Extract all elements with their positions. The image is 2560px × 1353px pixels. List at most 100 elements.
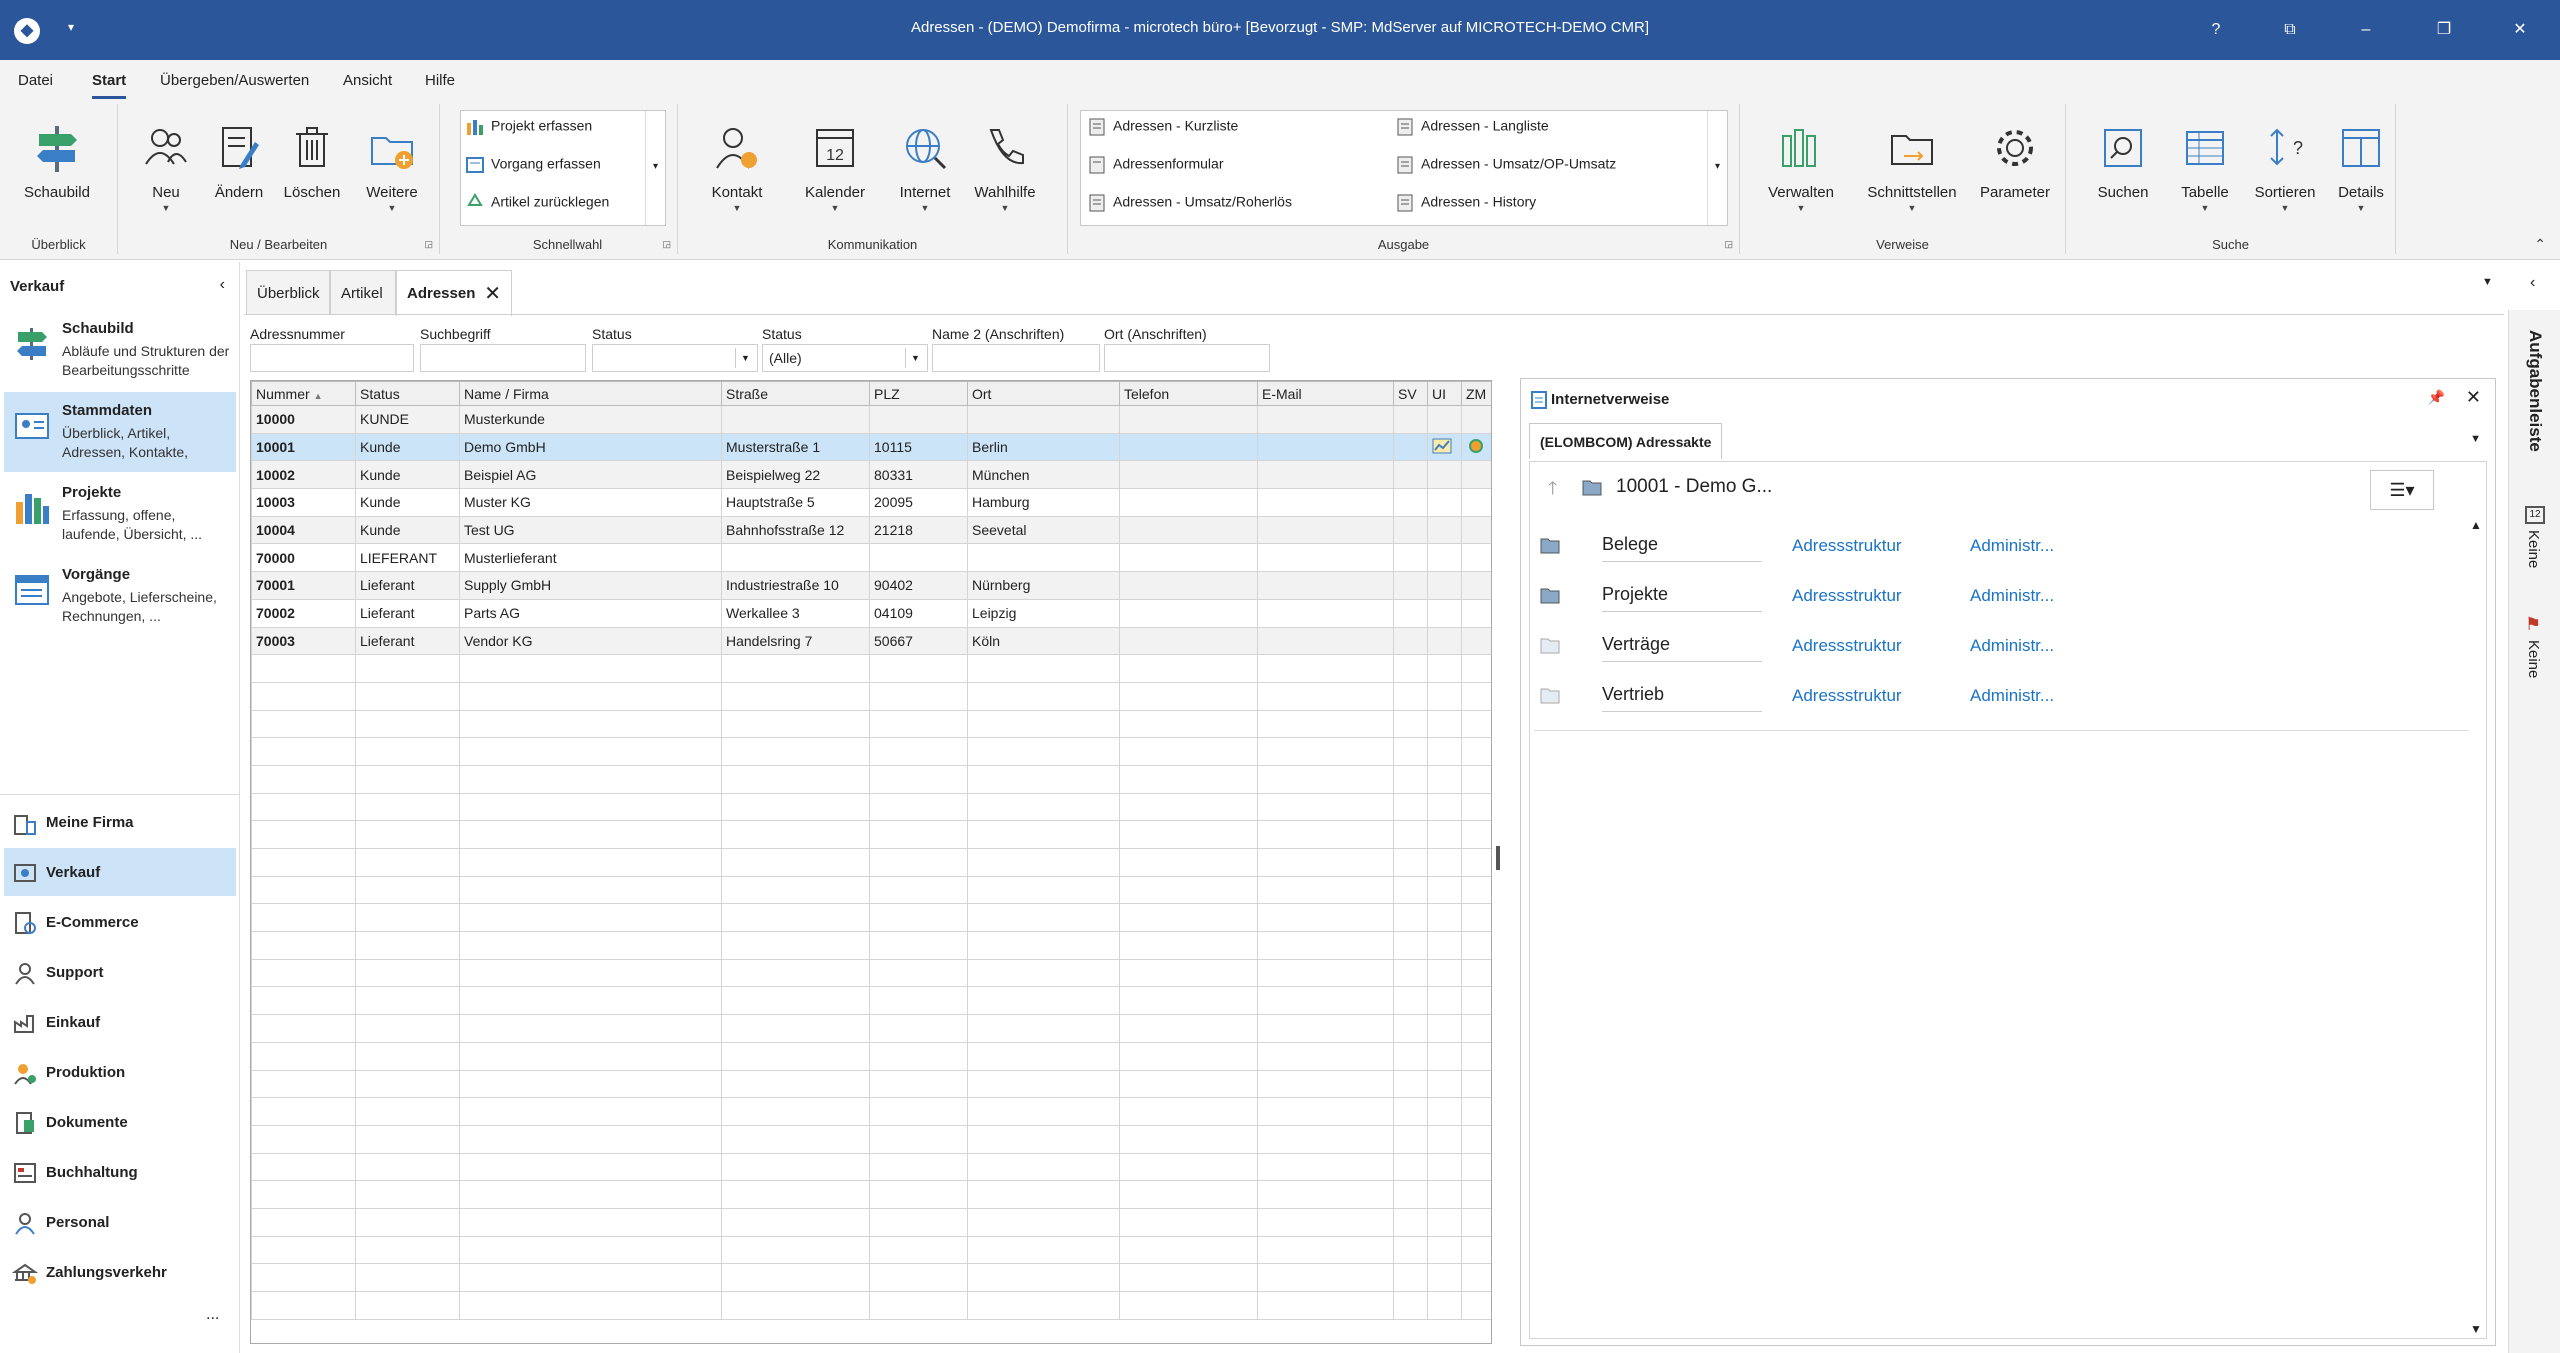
nav-item-stammdaten[interactable]: Stammdaten Überblick, Artikel, Adressen,… [4, 392, 236, 472]
schaubild-button[interactable]: Schaubild [12, 120, 102, 230]
nav-item-vorgaenge[interactable]: Vorgänge Angebote, Lieferscheine, Rechnu… [4, 556, 236, 636]
table-row[interactable]: 70001 Lieferant Supply GmbH Industriestraße… [251, 571, 1491, 600]
ausgabe-more-icon[interactable]: ▾ [1707, 111, 1727, 225]
name2-input[interactable] [932, 344, 1100, 372]
module-personal[interactable]: Personal [4, 1198, 236, 1246]
kalender-button[interactable]: 12 Kalender ▼ [790, 120, 880, 230]
table-row[interactable]: 10000 KUNDE Musterkunde [251, 405, 1491, 434]
calendar-icon[interactable]: 12 [2525, 506, 2545, 524]
wahlhilfe-button[interactable]: Wahlhilfe ▼ [960, 120, 1050, 230]
kontakt-button[interactable]: Kontakt ▼ [692, 120, 782, 230]
tabelle-button[interactable]: Tabelle ▼ [2160, 120, 2250, 230]
tab-adressakte[interactable]: (ELOMBCOM) Adressakte [1529, 423, 1723, 459]
table-row[interactable]: 10004 Kunde Test UG Bahnhofsstraße 12 21218 S… [251, 515, 1491, 545]
menu-ansicht[interactable]: Ansicht [343, 72, 392, 89]
module-produktion[interactable]: Produktion [4, 1048, 236, 1096]
link-adressstruktur[interactable]: Adressstruktur [1792, 636, 1902, 656]
taskbar-title[interactable]: Aufgabenleiste [2525, 330, 2545, 452]
column-header-telefon[interactable]: Telefon [1119, 381, 1258, 406]
module-ecommerce[interactable]: E-Commerce [4, 898, 236, 946]
column-header-nummer[interactable]: Nummer ▲ [251, 381, 356, 406]
taskbar-item-flag[interactable]: Keine [2525, 640, 2542, 678]
weitere-button[interactable]: Weitere ▼ [350, 120, 434, 230]
history-item[interactable]: Adressen - History [1395, 193, 1536, 213]
nav-item-schaubild[interactable]: Schaubild Abläufe und Strukturen der Bea… [4, 310, 236, 390]
menu-datei[interactable]: Datei [18, 72, 53, 89]
link-administration[interactable]: Administr... [1970, 586, 2054, 606]
column-header-email[interactable]: E-Mail [1257, 381, 1394, 406]
tab-list-dropdown-icon[interactable]: ▼ [2482, 276, 2493, 288]
column-header-name[interactable]: Name / Firma [459, 381, 722, 406]
pin-icon[interactable]: 📌 [2428, 389, 2445, 406]
module-verkauf[interactable]: Verkauf [4, 848, 236, 896]
column-header-strasse[interactable]: Straße [721, 381, 870, 406]
panel-menu-button[interactable]: ☰▾ [2370, 470, 2434, 510]
umsatz-op-item[interactable]: Adressen - Umsatz/OP-Umsatz [1395, 155, 1616, 175]
link-administration[interactable]: Administr... [1970, 636, 2054, 656]
nav-item-projekte[interactable]: Projekte Erfassung, offene, laufende, Üb… [4, 474, 236, 554]
folder-row-belege[interactable]: Belege Adressstruktur Administr... [1530, 522, 2475, 572]
internet-button[interactable]: Internet ▼ [880, 120, 970, 230]
table-row[interactable]: 70000 LIEFERANT Musterlieferant [251, 543, 1491, 573]
artikel-zuruecklegen-item[interactable]: Artikel zurücklegen [465, 193, 609, 213]
table-row[interactable]: 70003 Lieferant Vendor KG Handelsring 7 5066… [251, 626, 1491, 656]
minimize-button[interactable]: – [2346, 14, 2386, 46]
details-button[interactable]: Details ▼ [2316, 120, 2406, 230]
table-row[interactable]: 10003 Kunde Muster KG Hauptstraße 5 20095 Ham… [251, 488, 1491, 517]
table-row[interactable]: 10001 Kunde Demo GmbH Musterstraße 1 10115 Be… [251, 432, 1491, 462]
status-2-select[interactable]: (Alle) ▼ [762, 344, 928, 372]
schnellwahl-launcher-icon[interactable]: ◲ [662, 239, 671, 250]
flag-icon[interactable]: ⚑ [2525, 614, 2541, 635]
scroll-down-icon[interactable]: ▼ [2470, 1322, 2482, 1336]
module-buchhaltung[interactable]: Buchhaltung [4, 1148, 236, 1196]
scroll-up-icon[interactable]: ▲ [2470, 518, 2482, 532]
loeschen-button[interactable]: Löschen [272, 120, 352, 230]
more-modules-button[interactable]: ... [206, 1306, 219, 1324]
panel-scrollbar[interactable]: ▲ ▼ [2466, 462, 2486, 1338]
suchbegriff-input[interactable] [420, 344, 586, 372]
taskbar-item-calendar[interactable]: Keine [2525, 530, 2542, 568]
schnellwahl-more-icon[interactable]: ▾ [645, 111, 665, 225]
tab-adressen[interactable]: Adressen ✕ [396, 270, 512, 316]
close-tab-icon[interactable]: ✕ [484, 281, 501, 306]
aendern-button[interactable]: Ändern [196, 120, 282, 230]
ribbon-display-button[interactable]: ⧉ [2270, 14, 2310, 46]
projekt-erfassen-item[interactable]: Projekt erfassen [465, 117, 592, 137]
status-select[interactable]: ▼ [592, 344, 758, 372]
link-adressstruktur[interactable]: Adressstruktur [1792, 586, 1902, 606]
collapse-nav-icon[interactable]: ‹ [220, 276, 225, 294]
kurzliste-item[interactable]: Adressen - Kurzliste [1087, 117, 1238, 137]
link-adressstruktur[interactable]: Adressstruktur [1792, 686, 1902, 706]
langliste-item[interactable]: Adressen - Langliste [1395, 117, 1549, 137]
link-administration[interactable]: Administr... [1970, 686, 2054, 706]
menu-start[interactable]: Start [92, 72, 127, 99]
folder-row-vertrieb[interactable]: Vertrieb Adressstruktur Administr... [1530, 672, 2475, 722]
folder-row-projekte[interactable]: Projekte Adressstruktur Administr... [1530, 572, 2475, 622]
parameter-button[interactable]: Parameter [1970, 120, 2060, 230]
module-dokumente[interactable]: Dokumente [4, 1098, 236, 1146]
schnittstellen-button[interactable]: Schnittstellen ▼ [1852, 120, 1972, 230]
adressnummer-input[interactable] [250, 344, 414, 372]
column-header-ort[interactable]: Ort [967, 381, 1120, 406]
maximize-button[interactable]: ❐ [2424, 14, 2464, 46]
ort-input[interactable] [1104, 344, 1270, 372]
close-window-button[interactable]: ✕ [2500, 14, 2540, 46]
column-header-ui[interactable]: UI [1427, 381, 1462, 406]
module-meine-firma[interactable]: Meine Firma [4, 798, 236, 846]
link-administration[interactable]: Administr... [1970, 536, 2054, 556]
help-button[interactable]: ? [2196, 14, 2236, 46]
panel-tab-dropdown-icon[interactable]: ▼ [2470, 433, 2481, 445]
verwalten-button[interactable]: Verwalten ▼ [1756, 120, 1846, 230]
group-launcher-icon[interactable]: ◲ [424, 239, 433, 250]
table-row[interactable]: 10002 Kunde Beispiel AG Beispielweg 22 80331… [251, 460, 1491, 490]
arrow-up-icon[interactable]: 🡑 [1548, 476, 1557, 506]
module-support[interactable]: Support [4, 948, 236, 996]
expand-taskbar-icon[interactable]: ‹ [2530, 274, 2535, 292]
folder-row-vertraege[interactable]: Verträge Adressstruktur Administr... [1530, 622, 2475, 672]
suchen-button[interactable]: Suchen [2078, 120, 2168, 230]
tab-artikel[interactable]: Artikel [330, 270, 396, 314]
tab-ueberblick[interactable]: Überblick [246, 270, 330, 314]
umsatz-roherloes-item[interactable]: Adressen - Umsatz/Roherlös [1087, 193, 1292, 213]
link-adressstruktur[interactable]: Adressstruktur [1792, 536, 1902, 556]
module-zahlungsverkehr[interactable]: Zahlungsverkehr [4, 1248, 236, 1296]
